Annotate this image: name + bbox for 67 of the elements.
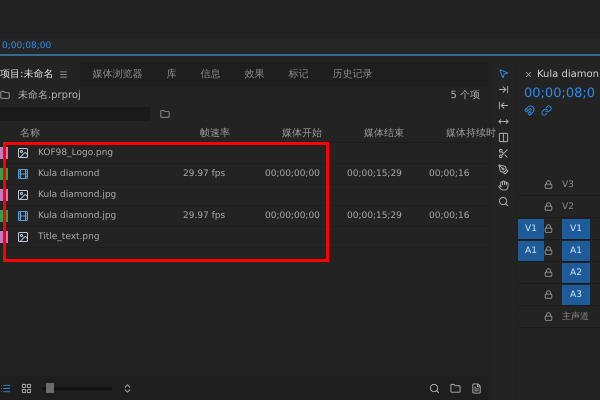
zoom-tool-icon[interactable] xyxy=(498,196,508,207)
close-icon[interactable] xyxy=(524,70,533,78)
snap-icon[interactable] xyxy=(524,105,535,116)
razor-icon[interactable] xyxy=(498,148,508,159)
column-header[interactable]: 帧速率 xyxy=(200,126,282,140)
sequence-tab[interactable]: Kula diamon xyxy=(518,62,600,86)
track-label[interactable]: A3 xyxy=(562,284,590,304)
item-count: 5 个项 xyxy=(450,89,480,102)
rolling-edit-icon[interactable] xyxy=(498,132,508,143)
clip-name[interactable]: Kula diamond.jpg xyxy=(38,211,183,221)
lock-icon[interactable] xyxy=(544,246,553,255)
panel-tab[interactable]: 项目:未命名 xyxy=(0,62,80,86)
hand-tool-icon[interactable] xyxy=(498,180,508,191)
image-file-icon xyxy=(17,189,29,201)
pen-tool-icon[interactable] xyxy=(498,164,508,175)
menu-icon[interactable] xyxy=(59,70,68,78)
sort-icon[interactable] xyxy=(122,382,133,394)
media-start-cell-text: 00;00;00;00 xyxy=(265,169,321,179)
track-label[interactable]: 主声道 xyxy=(562,306,590,326)
new-item-icon[interactable] xyxy=(471,382,482,394)
image-file-icon xyxy=(17,231,29,243)
media-start-cell-text: 00;00;00;00 xyxy=(265,211,321,221)
folder-icon[interactable] xyxy=(450,382,461,394)
column-header[interactable]: 名称 xyxy=(20,126,200,140)
column-header[interactable]: 媒体结束 xyxy=(364,126,446,140)
media-end-cell-text: 00;00;15;29 xyxy=(347,211,403,221)
link-icon[interactable] xyxy=(541,105,552,116)
track-forward-icon[interactable] xyxy=(498,84,508,95)
clip-name[interactable]: KOF98_Logo.png xyxy=(38,148,183,158)
search-icon[interactable] xyxy=(429,382,440,394)
source-patch[interactable]: A1 xyxy=(518,240,544,260)
track-label[interactable]: A1 xyxy=(562,240,590,260)
column-header[interactable]: 媒体持续时 xyxy=(446,126,508,140)
lock-icon[interactable] xyxy=(544,224,553,233)
timecode: 0;00;08;00 xyxy=(2,41,52,51)
selection-tool-icon[interactable] xyxy=(498,68,508,79)
frame-rate-cell-text: 29.97 fps xyxy=(183,169,226,179)
ripple-edit-icon[interactable] xyxy=(498,116,508,127)
sequence-icon xyxy=(17,168,29,180)
frame-rate-cell-text: 29.97 fps xyxy=(183,211,226,221)
lock-icon[interactable] xyxy=(544,290,553,299)
list-view-icon[interactable] xyxy=(0,382,11,394)
new-bin-icon[interactable] xyxy=(160,109,170,119)
duration-cell-text: 00;00;16 xyxy=(429,211,470,221)
folder-icon[interactable] xyxy=(0,90,10,100)
project-file-name: 未命名.prproj xyxy=(18,88,81,102)
track-backward-icon[interactable] xyxy=(498,100,508,111)
duration-cell-text: 00;00;16 xyxy=(429,169,470,179)
image-file-icon xyxy=(17,147,29,159)
lock-icon[interactable] xyxy=(544,312,553,321)
track-label[interactable]: V3 xyxy=(562,174,590,194)
media-end-cell-text: 00;00;15;29 xyxy=(347,169,403,179)
track-label[interactable]: A2 xyxy=(562,262,590,282)
lock-icon[interactable] xyxy=(544,180,553,189)
lock-icon[interactable] xyxy=(544,268,553,277)
playhead-timecode: 00;00;08;0 xyxy=(523,86,596,101)
sequence-icon xyxy=(17,210,29,222)
slider-thumb[interactable] xyxy=(46,382,54,392)
clip-name[interactable]: Title_text.png xyxy=(38,232,183,242)
lock-icon[interactable] xyxy=(544,202,553,211)
track-label[interactable]: V2 xyxy=(562,196,590,216)
column-header[interactable]: 媒体开始 xyxy=(282,126,364,140)
clip-name[interactable]: Kula diamond.jpg xyxy=(38,190,183,200)
track-label[interactable]: V1 xyxy=(562,218,590,238)
icon-view-icon[interactable] xyxy=(21,382,32,394)
clip-name[interactable]: Kula diamond xyxy=(38,169,183,179)
source-patch[interactable]: V1 xyxy=(518,218,544,238)
